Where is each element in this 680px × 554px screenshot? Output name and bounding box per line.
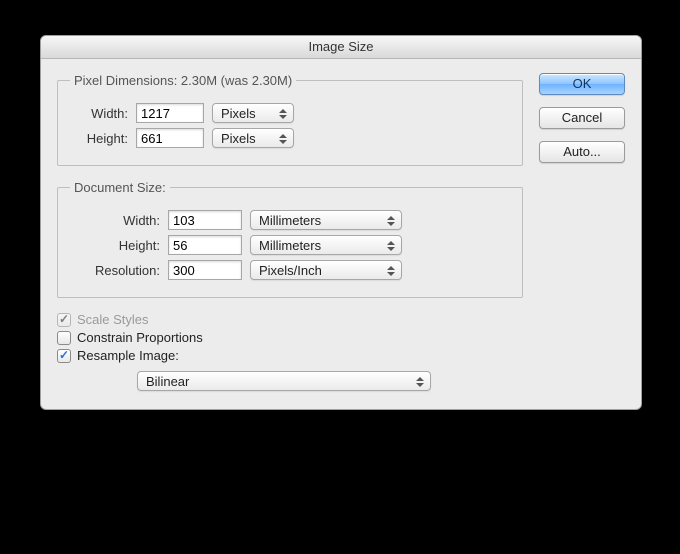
document-size-legend: Document Size: xyxy=(70,180,170,195)
resample-image-label: Resample Image: xyxy=(77,348,179,363)
pixel-dimensions-group: Pixel Dimensions: 2.30M (was 2.30M) Widt… xyxy=(57,73,523,166)
ds-resolution-unit-value: Pixels/Inch xyxy=(259,263,322,278)
dialog-title: Image Size xyxy=(41,36,641,59)
pd-height-unit-value: Pixels xyxy=(221,131,256,146)
pd-width-unit-value: Pixels xyxy=(221,106,256,121)
stepper-icon xyxy=(414,373,426,391)
scale-styles-row: Scale Styles xyxy=(57,312,523,327)
stepper-icon xyxy=(277,105,289,123)
stepper-icon xyxy=(385,262,397,280)
image-size-dialog: Image Size Pixel Dimensions: 2.30M (was … xyxy=(40,35,642,410)
ds-height-unit-select[interactable]: Millimeters xyxy=(250,235,402,255)
pd-width-unit-select[interactable]: Pixels xyxy=(212,103,294,123)
constrain-proportions-checkbox[interactable] xyxy=(57,331,71,345)
pd-width-input[interactable] xyxy=(136,103,204,123)
stepper-icon xyxy=(385,212,397,230)
stepper-icon xyxy=(277,130,289,148)
pd-width-label: Width: xyxy=(70,106,128,121)
constrain-proportions-label: Constrain Proportions xyxy=(77,330,203,345)
ds-height-unit-value: Millimeters xyxy=(259,238,321,253)
pd-height-input[interactable] xyxy=(136,128,204,148)
ds-width-unit-value: Millimeters xyxy=(259,213,321,228)
scale-styles-label: Scale Styles xyxy=(77,312,149,327)
resample-method-value: Bilinear xyxy=(146,374,189,389)
ds-height-input[interactable] xyxy=(168,235,242,255)
document-size-group: Document Size: Width: Millimeters Height… xyxy=(57,180,523,298)
ds-height-label: Height: xyxy=(70,238,160,253)
ds-resolution-unit-select[interactable]: Pixels/Inch xyxy=(250,260,402,280)
scale-styles-checkbox xyxy=(57,313,71,327)
cancel-button[interactable]: Cancel xyxy=(539,107,625,129)
resample-image-row[interactable]: Resample Image: xyxy=(57,348,523,363)
ds-resolution-label: Resolution: xyxy=(70,263,160,278)
constrain-proportions-row[interactable]: Constrain Proportions xyxy=(57,330,523,345)
ds-width-label: Width: xyxy=(70,213,160,228)
resample-image-checkbox[interactable] xyxy=(57,349,71,363)
auto-button[interactable]: Auto... xyxy=(539,141,625,163)
resample-method-select[interactable]: Bilinear xyxy=(137,371,431,391)
ds-resolution-input[interactable] xyxy=(168,260,242,280)
ds-width-input[interactable] xyxy=(168,210,242,230)
ok-button[interactable]: OK xyxy=(539,73,625,95)
ds-width-unit-select[interactable]: Millimeters xyxy=(250,210,402,230)
pd-height-unit-select[interactable]: Pixels xyxy=(212,128,294,148)
stepper-icon xyxy=(385,237,397,255)
pd-height-label: Height: xyxy=(70,131,128,146)
pixel-dimensions-legend: Pixel Dimensions: 2.30M (was 2.30M) xyxy=(70,73,296,88)
